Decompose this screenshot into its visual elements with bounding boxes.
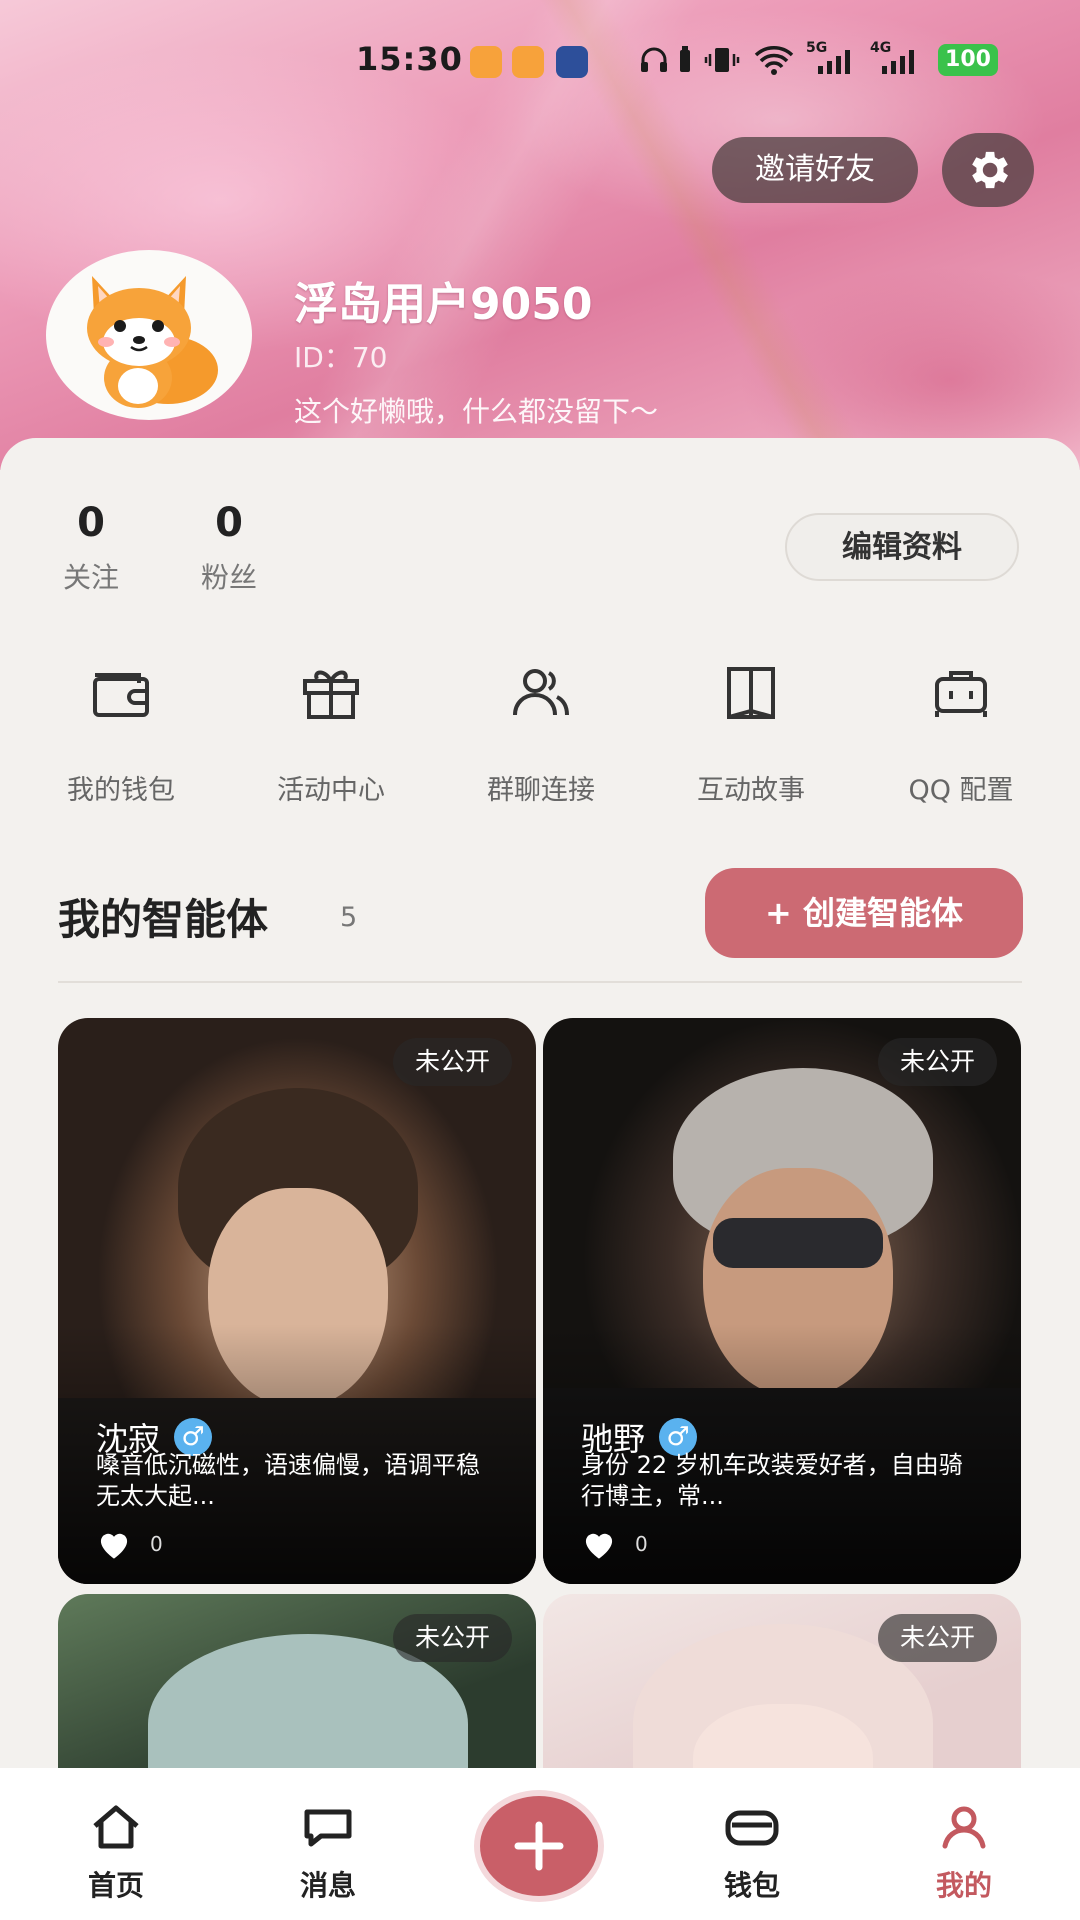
agent-card[interactable]: 未公开 (58, 1594, 536, 1768)
plus-icon (514, 1821, 564, 1871)
tool-label: 互动故事 (697, 775, 805, 806)
app-notification-icon (470, 46, 502, 78)
tool-interactive-story[interactable]: 互动故事 (666, 660, 836, 807)
nav-profile[interactable]: 我的 (904, 1802, 1024, 1904)
tool-label: 我的钱包 (67, 775, 175, 806)
user-id: ID：70 (294, 341, 388, 374)
visibility-badge: 未公开 (392, 1614, 512, 1662)
tool-qq-config[interactable]: QQ 配置 (876, 660, 1046, 807)
signal-icon (818, 50, 850, 74)
followers-stat[interactable]: 0 粉丝 (184, 500, 274, 596)
my-agents-count: 5 (340, 902, 358, 933)
vibrate-icon (704, 48, 740, 72)
agent-card[interactable]: 未公开 (543, 1594, 1021, 1768)
wallet-icon (93, 673, 149, 717)
likes-count: 0 (150, 1532, 163, 1556)
book-icon (727, 667, 775, 719)
battery-small-icon (680, 46, 690, 72)
tool-group-chat[interactable]: 群聊连接 (456, 660, 626, 807)
tool-label: 活动中心 (277, 775, 385, 806)
quick-tools-row: 我的钱包 活动中心 群聊连接 互动故事 QQ 配置 (0, 660, 1080, 810)
agent-description: 身份 22 岁机车改装爱好者，自由骑行博主，常... (581, 1451, 963, 1510)
status-bar: 15:30 5G 4G 100 (0, 36, 1080, 86)
visibility-badge: 未公开 (877, 1614, 997, 1662)
nav-wallet[interactable]: 钱包 (692, 1802, 812, 1904)
agent-description: 嗓音低沉磁性，语速偏慢，语调平稳无太大起... (96, 1451, 480, 1510)
signal-icon (882, 50, 914, 74)
visibility-badge: 未公开 (877, 1038, 997, 1086)
create-fab-button[interactable] (480, 1796, 598, 1896)
nav-label: 钱包 (723, 1869, 780, 1902)
nav-label: 我的 (935, 1869, 992, 1902)
user-bio: 这个好懒哦，什么都没留下～ (294, 395, 659, 428)
visibility-badge: 未公开 (392, 1038, 512, 1086)
battery-indicator: 100 (938, 44, 998, 76)
followers-count: 0 (215, 500, 243, 546)
wifi-icon (754, 46, 794, 75)
headphones-icon (641, 47, 667, 72)
agent-card[interactable]: 未公开 沈寂 ♂ 嗓音低沉磁性，语速偏慢，语调平稳无太大起... 0 (58, 1018, 536, 1584)
profile-icon (942, 1806, 986, 1849)
tool-wallet[interactable]: 我的钱包 (36, 660, 206, 807)
heart-icon (585, 1533, 613, 1559)
group-icon (513, 669, 569, 716)
following-count: 0 (77, 500, 105, 546)
section-divider (58, 981, 1022, 983)
agent-likes[interactable]: 0 (581, 1528, 648, 1560)
likes-count: 0 (635, 1532, 648, 1556)
agent-likes[interactable]: 0 (96, 1528, 163, 1560)
agent-portrait-sunglasses (713, 1218, 883, 1268)
nav-label: 消息 (299, 1869, 356, 1902)
nav-messages[interactable]: 消息 (268, 1802, 388, 1904)
nav-home[interactable]: 首页 (56, 1802, 176, 1904)
following-label: 关注 (62, 561, 119, 594)
username: 浮岛用户9050 (294, 279, 593, 330)
settings-button[interactable] (942, 133, 1034, 207)
app-notification-icon (512, 46, 544, 78)
chat-icon (304, 1809, 352, 1847)
invite-friends-button[interactable]: 邀请好友 (712, 137, 918, 203)
tool-activity-center[interactable]: 活动中心 (246, 660, 416, 807)
following-stat[interactable]: 0 关注 (46, 500, 136, 596)
avatar[interactable] (46, 250, 252, 420)
create-agent-button[interactable]: + 创建智能体 (705, 868, 1023, 958)
tool-label: 群聊连接 (487, 775, 595, 806)
agent-card[interactable]: 未公开 驰野 ♂ 身份 22 岁机车改装爱好者，自由骑行博主，常... 0 (543, 1018, 1021, 1584)
gift-icon (303, 670, 359, 719)
edit-profile-button[interactable]: 编辑资料 (785, 513, 1019, 581)
tool-label: QQ 配置 (908, 775, 1014, 806)
followers-label: 粉丝 (200, 561, 257, 594)
wallet-icon (725, 1810, 779, 1846)
fox-avatar-image (87, 276, 218, 408)
gear-icon (972, 151, 1008, 189)
heart-icon (100, 1533, 128, 1559)
app-notification-icon (556, 46, 588, 78)
robot-icon (935, 671, 987, 717)
home-icon (93, 1805, 139, 1849)
my-agents-title: 我的智能体 (58, 895, 269, 944)
status-time: 15:30 (356, 40, 463, 78)
nav-label: 首页 (87, 1869, 144, 1902)
